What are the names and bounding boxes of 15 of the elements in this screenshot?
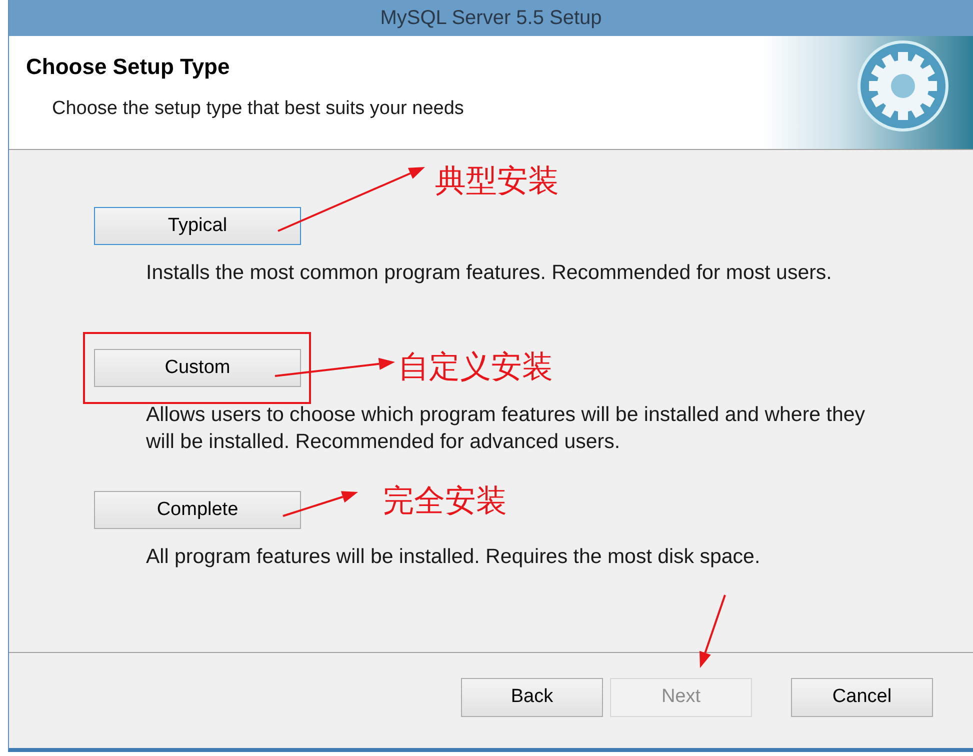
header-subtitle: Choose the setup type that best suits your needs — [52, 97, 464, 121]
header-title: Choose Setup Type — [26, 53, 231, 81]
annotation-label: 完全安装 — [383, 482, 507, 521]
window-title: MySQL Server 5.5 Setup — [380, 6, 602, 31]
annotation-label: 自定义安装 — [398, 348, 553, 387]
setup-type-button[interactable]: Typical — [94, 207, 301, 245]
option-description: Installs the most common program features. Recommended for most users. — [146, 260, 833, 286]
setup-type-button[interactable]: Complete — [94, 491, 301, 529]
annotation-label: 典型安装 — [435, 162, 559, 201]
gear-icon — [857, 40, 949, 132]
setup-type-button[interactable]: Custom — [94, 349, 301, 387]
option-description: Allows users to choose which program features will be installed and where they will be installed. Recommended for advanced users. — [146, 402, 866, 455]
option-description: All program features will be installed. Requires the most disk space. — [146, 544, 762, 570]
nav-button[interactable]: Cancel — [791, 678, 933, 717]
nav-button[interactable]: Back — [461, 678, 603, 717]
